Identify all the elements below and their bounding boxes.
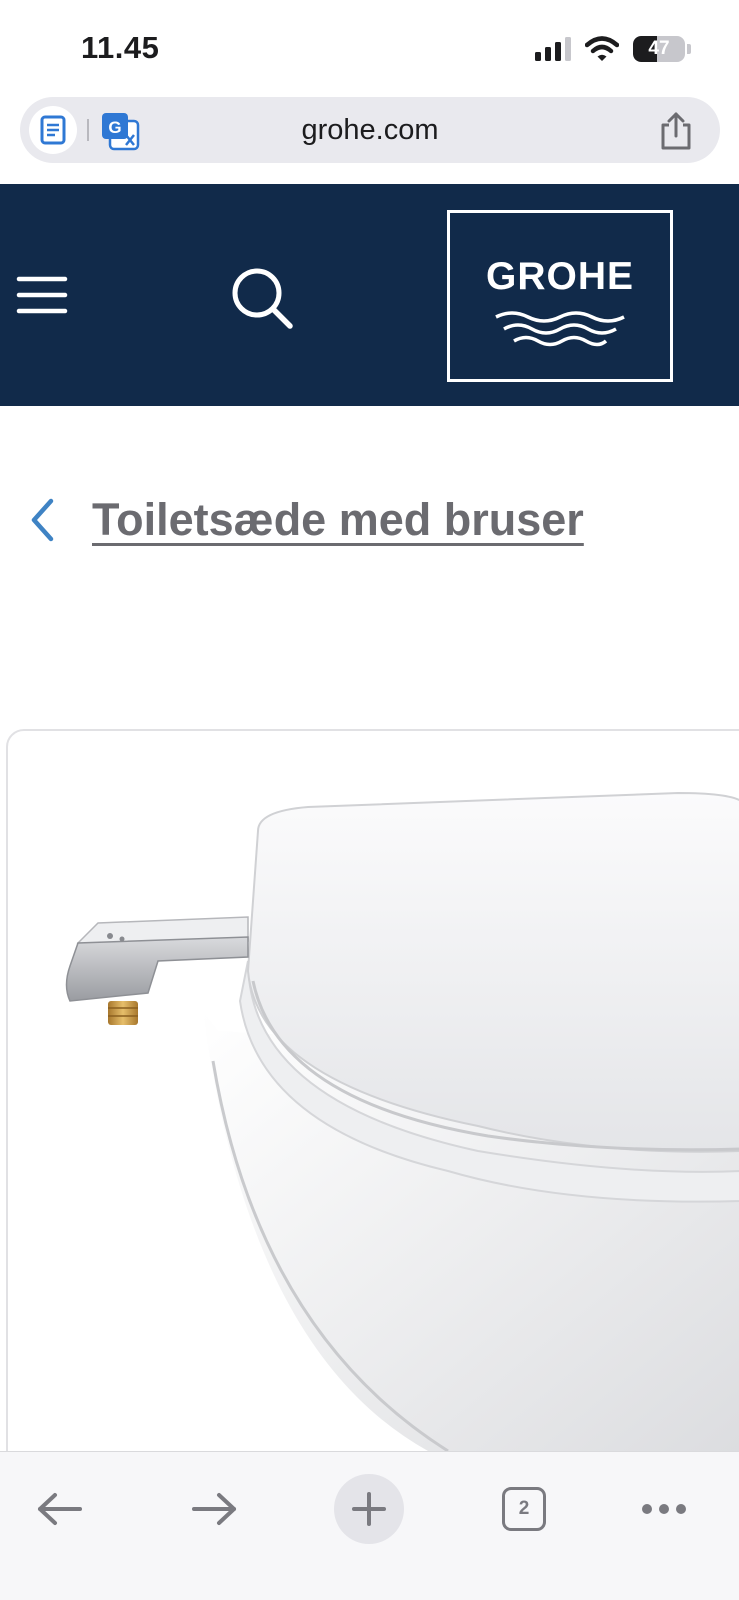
search-button[interactable]	[230, 266, 296, 332]
tabs-button[interactable]: 2	[484, 1469, 564, 1549]
reader-mode-button[interactable]	[29, 106, 77, 154]
forward-arrow-icon	[192, 1493, 236, 1525]
battery-icon: 47	[633, 36, 685, 62]
site-header: GROHE	[0, 184, 739, 406]
chevron-left-icon	[31, 498, 54, 542]
reader-mode-icon	[40, 115, 66, 145]
toilet-seat-with-bidet-arm-image	[65, 791, 739, 1451]
status-bar: 11.45 47	[0, 0, 739, 96]
share-button[interactable]	[658, 111, 694, 151]
new-tab-button[interactable]	[334, 1474, 404, 1544]
wifi-icon	[585, 36, 619, 61]
more-button[interactable]	[624, 1469, 704, 1549]
share-icon	[661, 112, 691, 150]
url-text[interactable]: grohe.com	[160, 97, 580, 163]
back-arrow-icon	[38, 1493, 82, 1525]
back-link-label[interactable]: Toiletsæde med bruser	[92, 494, 584, 546]
battery-level: 47	[648, 38, 670, 59]
translate-icon: G	[102, 113, 140, 151]
more-icon	[642, 1504, 686, 1514]
grohe-logo[interactable]: GROHE	[447, 210, 673, 382]
hamburger-menu-icon	[16, 276, 68, 314]
status-time: 11.45	[81, 30, 160, 65]
translate-button[interactable]: G	[100, 111, 140, 151]
url-divider	[87, 119, 89, 141]
back-button[interactable]	[20, 1469, 100, 1549]
cellular-signal-icon	[535, 37, 571, 61]
status-icons: 47	[535, 34, 691, 64]
menu-button[interactable]	[16, 274, 68, 318]
plus-icon	[352, 1492, 386, 1526]
tabs-count: 2	[518, 1498, 530, 1519]
grohe-waves-logo	[495, 311, 625, 347]
logo-text: GROHE	[485, 255, 634, 298]
address-bar[interactable]: G grohe.com	[20, 97, 720, 163]
battery-cap	[687, 44, 691, 54]
back-link[interactable]: Toiletsæde med bruser	[26, 490, 584, 550]
browser-toolbar: 2	[0, 1451, 739, 1600]
tabs-icon: 2	[502, 1487, 546, 1531]
svg-text:G: G	[108, 118, 121, 137]
search-icon	[232, 268, 293, 329]
forward-button[interactable]	[174, 1469, 254, 1549]
